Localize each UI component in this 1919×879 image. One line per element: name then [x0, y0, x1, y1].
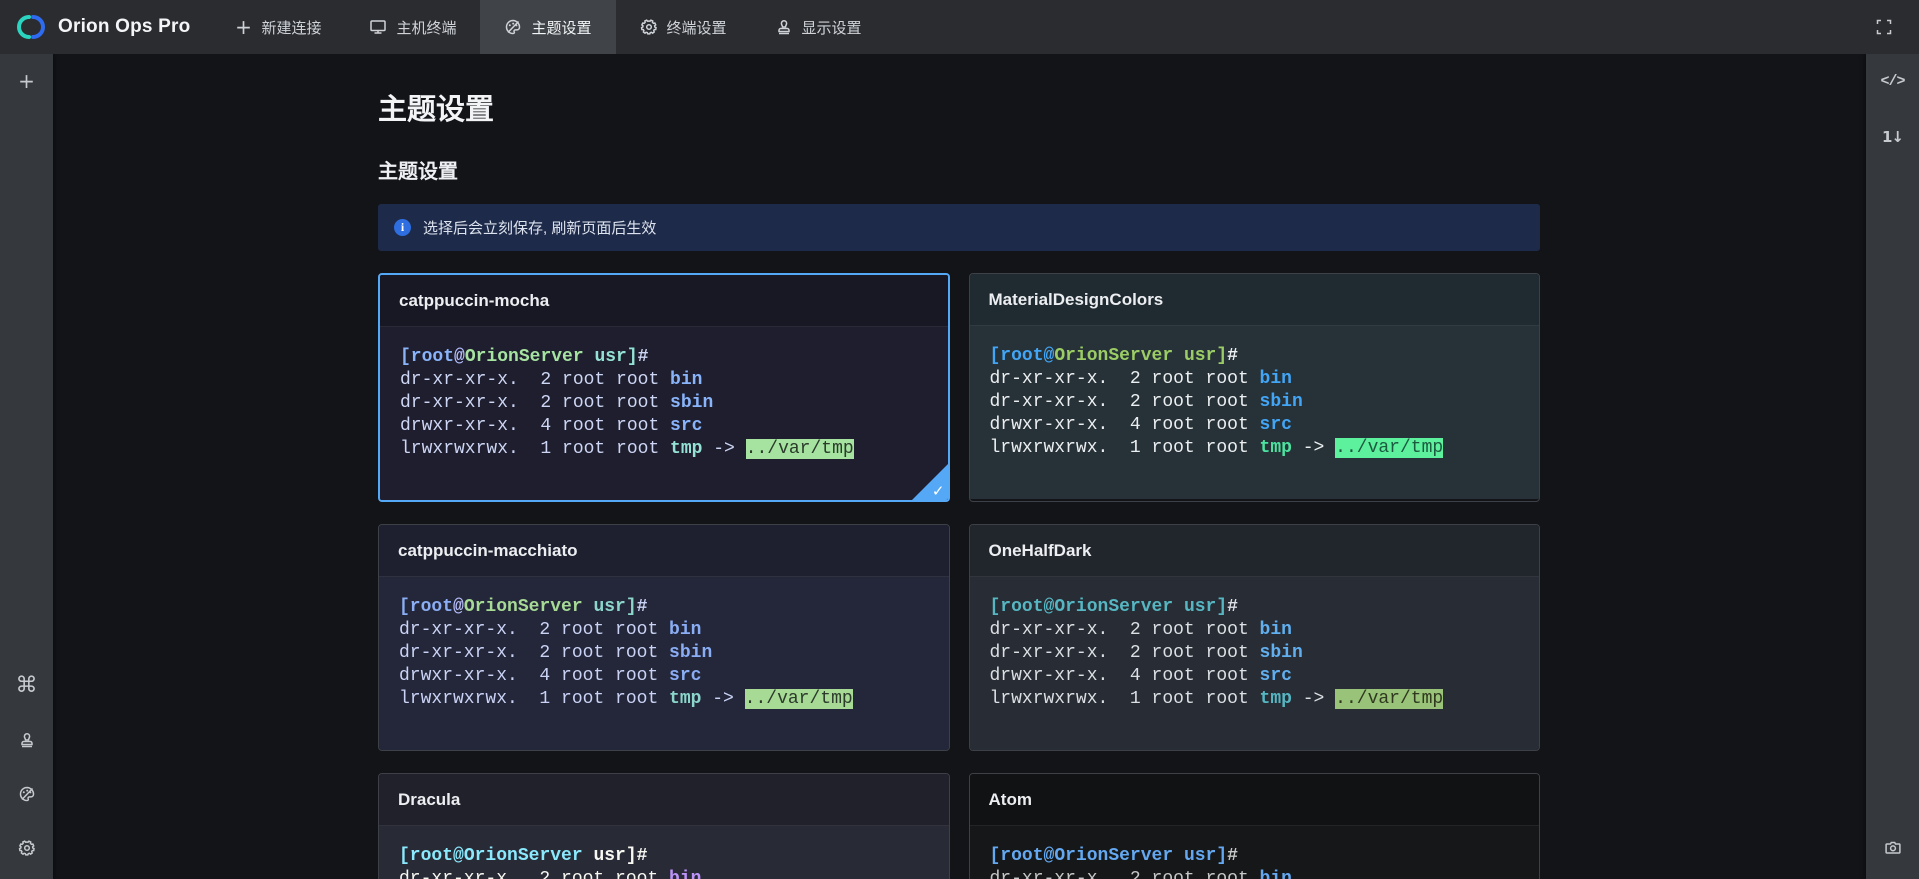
page-title: 主题设置	[378, 92, 1540, 128]
theme-card-OneHalfDark[interactable]: OneHalfDark[root@OrionServer usr]#dr-xr-…	[969, 524, 1541, 751]
palette-button[interactable]	[12, 779, 42, 809]
tab-label: 终端设置	[667, 17, 727, 38]
terminal-line: drwxr-xr-x. 4 root root src	[990, 414, 1520, 437]
stamp-icon	[775, 18, 793, 36]
section-title: 主题设置	[378, 160, 1540, 184]
gear-button[interactable]	[12, 833, 42, 863]
stamp-button[interactable]	[12, 725, 42, 755]
terminal-line: dr-xr-xr-x. 2 root root bin	[990, 868, 1520, 879]
code-button[interactable]: </>	[1878, 66, 1908, 96]
tab-label: 显示设置	[802, 17, 862, 38]
gear-icon	[18, 839, 36, 857]
left-rail: + ⌘	[0, 54, 53, 879]
tab-terminal-settings[interactable]: 终端设置	[616, 0, 751, 54]
theme-card-Dracula[interactable]: Dracula[root@OrionServer usr]#dr-xr-xr-x…	[378, 773, 950, 879]
nav-right	[1871, 0, 1919, 54]
terminal-preview: [root@OrionServer usr]#dr-xr-xr-x. 2 roo…	[970, 826, 1540, 879]
terminal-line: dr-xr-xr-x. 2 root root bin	[400, 369, 928, 392]
stamp-icon	[18, 731, 36, 749]
theme-card-title: MaterialDesignColors	[970, 274, 1540, 326]
fullscreen-button[interactable]	[1871, 14, 1897, 40]
palette-icon	[18, 785, 36, 803]
terminal-line: dr-xr-xr-x. 2 root root sbin	[990, 391, 1520, 414]
terminal-line: lrwxrwxrwx. 1 root root tmp -> ../var/tm…	[400, 438, 928, 461]
terminal-preview: [root@OrionServer usr]#dr-xr-xr-x. 2 roo…	[379, 577, 949, 750]
command-button[interactable]: ⌘	[12, 671, 42, 701]
theme-card-catppuccin-mocha[interactable]: catppuccin-mocha[root@OrionServer usr]#d…	[378, 273, 950, 502]
theme-card-title: catppuccin-macchiato	[379, 525, 949, 577]
selected-check-icon: ✓	[932, 484, 945, 499]
terminal-preview: [root@OrionServer usr]#dr-xr-xr-x. 2 roo…	[970, 326, 1540, 499]
camera-icon	[1884, 839, 1902, 857]
terminal-line: dr-xr-xr-x. 2 root root sbin	[399, 642, 929, 665]
fullscreen-icon	[1875, 18, 1893, 36]
nav-tabs: + 新建连接 主机终端 主题设置 终端设置 显示设置	[210, 0, 885, 54]
tab-host-terminal[interactable]: 主机终端	[345, 0, 480, 54]
tab-new-connection[interactable]: + 新建连接	[210, 0, 345, 54]
terminal-line: lrwxrwxrwx. 1 root root tmp -> ../var/tm…	[990, 688, 1520, 711]
terminal-line: dr-xr-xr-x. 2 root root bin	[399, 619, 929, 642]
plus-icon: +	[234, 18, 252, 36]
command-icon: ⌘	[16, 675, 38, 697]
top-navbar: Orion Ops Pro + 新建连接 主机终端 主题设置 终端设置 显示设置	[0, 0, 1919, 54]
info-icon: i	[394, 219, 411, 236]
gear-icon	[640, 18, 658, 36]
terminal-line: dr-xr-xr-x. 2 root root bin	[399, 868, 929, 879]
terminal-line: [root@OrionServer usr]#	[990, 596, 1520, 619]
tab-label: 主机终端	[396, 17, 456, 38]
theme-card-MaterialDesignColors[interactable]: MaterialDesignColors[root@OrionServer us…	[969, 273, 1541, 502]
plus-icon: +	[18, 71, 35, 91]
tab-label: 主题设置	[531, 17, 591, 38]
terminal-line: dr-xr-xr-x. 2 root root sbin	[990, 642, 1520, 665]
terminal-preview: [root@OrionServer usr]#dr-xr-xr-x. 2 roo…	[380, 327, 948, 500]
terminal-line: dr-xr-xr-x. 2 root root bin	[990, 619, 1520, 642]
monitor-icon	[369, 18, 387, 36]
plus-button[interactable]: +	[12, 66, 42, 96]
terminal-line: [root@OrionServer usr]#	[399, 596, 929, 619]
tab-theme-settings[interactable]: 主题设置	[480, 0, 615, 54]
terminal-line: drwxr-xr-x. 4 root root src	[399, 665, 929, 688]
terminal-line: [root@OrionServer usr]#	[400, 346, 928, 369]
theme-card-title: OneHalfDark	[970, 525, 1540, 577]
app-title: Orion Ops Pro	[58, 16, 190, 38]
app-logo-icon	[14, 12, 48, 42]
terminal-line: dr-xr-xr-x. 2 root root sbin	[400, 392, 928, 415]
notice-banner: i 选择后会立刻保存, 刷新页面后生效	[378, 204, 1540, 251]
theme-card-title: Dracula	[379, 774, 949, 826]
terminal-preview: [root@OrionServer usr]#dr-xr-xr-x. 2 roo…	[379, 826, 949, 879]
terminal-line: [root@OrionServer usr]#	[399, 845, 929, 868]
terminal-preview: [root@OrionServer usr]#dr-xr-xr-x. 2 roo…	[970, 577, 1540, 750]
terminal-line: lrwxrwxrwx. 1 root root tmp -> ../var/tm…	[990, 437, 1520, 460]
theme-card-title: Atom	[970, 774, 1540, 826]
theme-card-catppuccin-macchiato[interactable]: catppuccin-macchiato[root@OrionServer us…	[378, 524, 950, 751]
camera-button[interactable]	[1878, 833, 1908, 863]
brand: Orion Ops Pro	[0, 0, 210, 54]
theme-grid: catppuccin-mocha[root@OrionServer usr]#d…	[378, 273, 1540, 879]
main-content: adminadminadminadminadminadminadminadmin…	[53, 54, 1866, 879]
right-rail: </> 1↓	[1866, 54, 1919, 879]
terminal-line: lrwxrwxrwx. 1 root root tmp -> ../var/tm…	[399, 688, 929, 711]
theme-card-Atom[interactable]: Atom[root@OrionServer usr]#dr-xr-xr-x. 2…	[969, 773, 1541, 879]
notice-text: 选择后会立刻保存, 刷新页面后生效	[423, 217, 656, 238]
code-icon: </>	[1880, 73, 1904, 90]
tab-display-settings[interactable]: 显示设置	[751, 0, 886, 54]
terminal-line: [root@OrionServer usr]#	[990, 845, 1520, 868]
palette-icon	[504, 18, 522, 36]
tab-label: 新建连接	[261, 17, 321, 38]
terminal-line: drwxr-xr-x. 4 root root src	[990, 665, 1520, 688]
terminal-line: [root@OrionServer usr]#	[990, 345, 1520, 368]
sort-button[interactable]: 1↓	[1878, 122, 1908, 152]
theme-card-title: catppuccin-mocha	[380, 275, 948, 327]
terminal-line: dr-xr-xr-x. 2 root root bin	[990, 368, 1520, 391]
terminal-line: drwxr-xr-x. 4 root root src	[400, 415, 928, 438]
sort-icon: 1↓	[1882, 128, 1903, 146]
app-window: Orion Ops Pro +新建连接主机终端主题设置终端设置显示设置 + ⌘ …	[0, 0, 1919, 879]
